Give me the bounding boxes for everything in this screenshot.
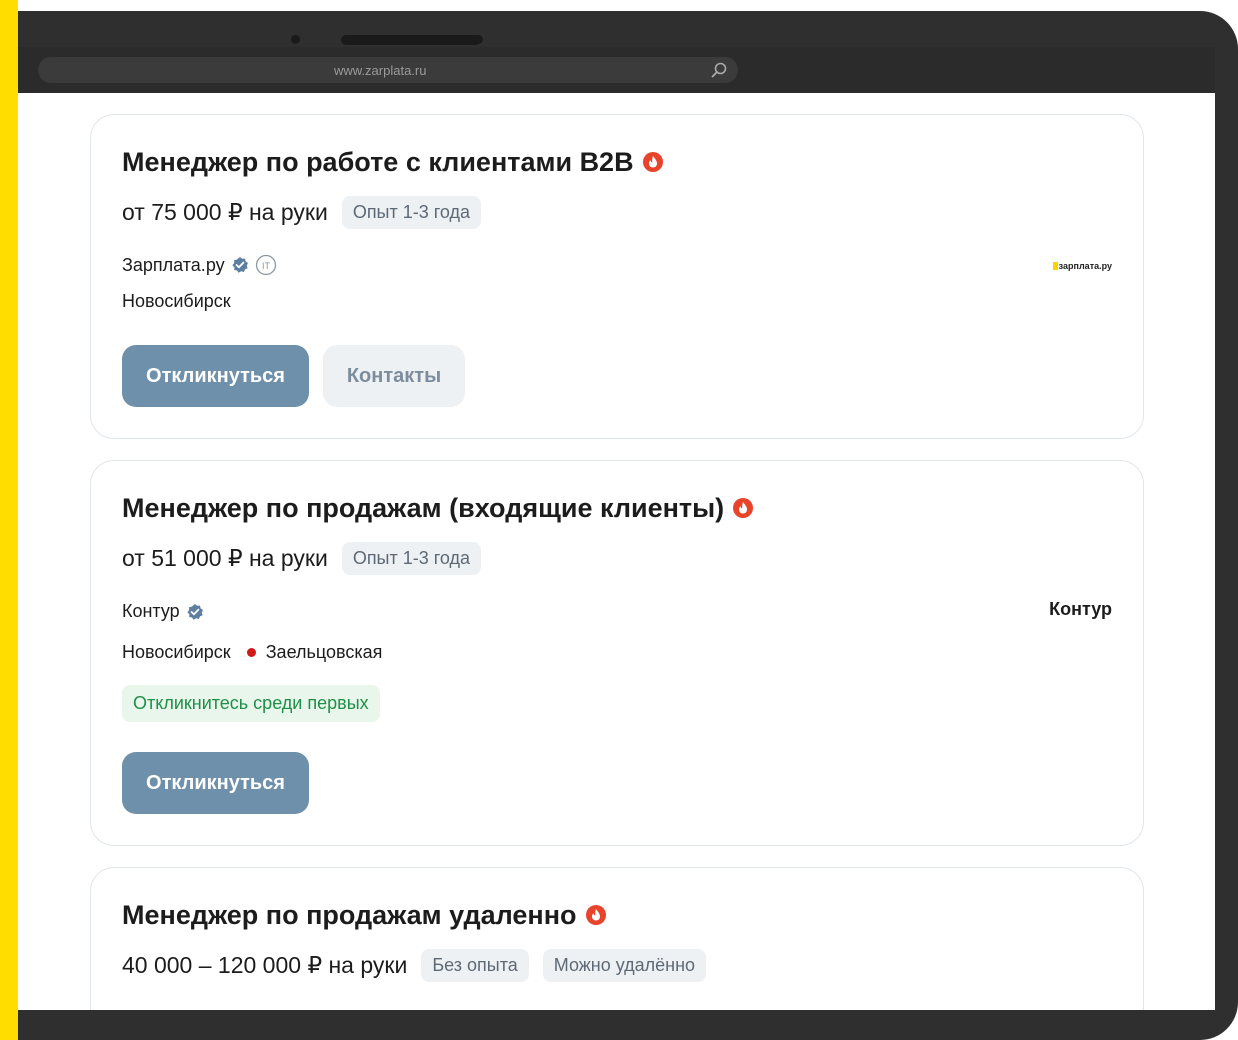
salary-row: от 51 000 ₽ на руки Опыт 1-3 года — [122, 542, 482, 575]
vacancy-title-text: Менеджер по продажам удаленно — [122, 900, 577, 930]
salary: от 75 000 ₽ на руки — [122, 199, 328, 225]
early-response-badge: Откликнитесь среди первых — [122, 685, 380, 722]
url-text: www.zarplata.ru — [334, 63, 427, 78]
location: Новосибирск Заельцовская — [122, 642, 382, 663]
camera-bar — [341, 35, 481, 45]
metro-station: Заельцовская — [265, 642, 383, 662]
logo-text: зарплата.ру — [1058, 261, 1112, 271]
metro-icon — [246, 648, 256, 657]
salary-row: 40 000 – 120 000 ₽ на руки Без опыта Мож… — [122, 949, 707, 982]
experience-tag: Опыт 1-3 года — [341, 196, 482, 229]
respond-button[interactable]: Откликнуться — [122, 752, 309, 814]
verified-icon — [232, 257, 248, 273]
city: Новосибирск — [122, 642, 231, 662]
fire-icon — [642, 151, 663, 172]
it-badge-icon: IT — [255, 254, 276, 276]
verified-icon — [187, 603, 203, 620]
camera-dot — [291, 35, 300, 44]
salary-row: от 75 000 ₽ на руки Опыт 1-3 года — [122, 196, 482, 229]
experience-tag: Без опыта — [421, 949, 529, 982]
company-name[interactable]: Контур — [122, 601, 204, 622]
company-logo[interactable]: зарплата.ру — [1052, 261, 1112, 271]
vacancy-title-text: Менеджер по продажам (входящие клиенты) — [122, 493, 725, 523]
salary: от 51 000 ₽ на руки — [122, 545, 328, 571]
company-name[interactable]: Зарплата.ру IT — [122, 254, 277, 276]
search-icon[interactable] — [710, 61, 728, 79]
camera-dot — [474, 35, 483, 44]
vacancy-title[interactable]: Менеджер по работе с клиентами B2B — [122, 147, 664, 178]
salary: 40 000 – 120 000 ₽ на руки — [122, 952, 408, 978]
experience-tag: Опыт 1-3 года — [341, 542, 482, 575]
fire-icon — [733, 497, 754, 518]
company-name-text: Зарплата.ру — [122, 254, 225, 275]
company-name-text: Контур — [122, 601, 180, 621]
logo-mark — [1052, 262, 1058, 270]
browser-toolbar: www.zarplata.ru — [18, 47, 1215, 93]
vacancy-card[interactable]: Менеджер по продажам удаленно 40 000 – 1… — [90, 867, 1144, 1010]
svg-text:IT: IT — [262, 261, 271, 271]
vacancy-title[interactable]: Менеджер по продажам удаленно — [122, 900, 607, 931]
contacts-button[interactable]: Контакты — [323, 345, 465, 407]
vacancy-card[interactable]: Менеджер по продажам (входящие клиенты) … — [90, 460, 1144, 846]
fire-icon — [585, 904, 606, 925]
vacancy-title-text: Менеджер по работе с клиентами B2B — [122, 147, 634, 177]
screen: www.zarplata.ru Менеджер по работе с кли… — [18, 47, 1215, 1010]
decorative-yellow-strip — [0, 0, 18, 1040]
city: Новосибирск — [122, 291, 231, 311]
vacancy-title[interactable]: Менеджер по продажам (входящие клиенты) — [122, 493, 754, 524]
address-bar[interactable]: www.zarplata.ru — [38, 57, 738, 83]
remote-tag: Можно удалённо — [542, 949, 707, 982]
respond-button[interactable]: Откликнуться — [122, 345, 309, 407]
vacancy-card[interactable]: Менеджер по работе с клиентами B2B от 75… — [90, 114, 1144, 439]
company-logo[interactable]: Контур — [1049, 599, 1112, 620]
